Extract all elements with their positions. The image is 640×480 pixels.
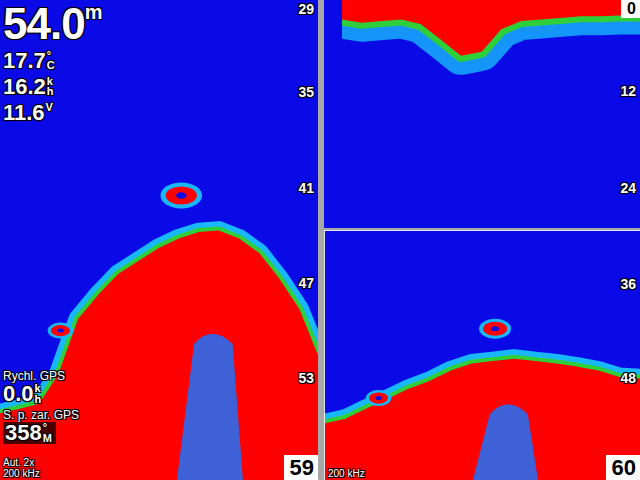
frequency-label: 200 kHz <box>3 468 40 479</box>
depth-scale-label: 12 <box>620 84 636 98</box>
sonar-top-right-image <box>324 0 640 228</box>
bottom-halo <box>325 360 640 480</box>
readings-block: 54.0m17.7°C16.2kh11.6V <box>3 2 102 124</box>
mode-block: 200 kHz <box>328 468 365 479</box>
gps-block: Rychl. GPS0.0kh S. p. zar. GPS358°M <box>3 370 79 444</box>
mode-block: Aut. 2x200 kHz <box>3 457 40 479</box>
gps-heading-unit: °M <box>43 422 53 443</box>
surface-clutter <box>324 0 640 228</box>
depth-scale-label: 47 <box>298 276 314 290</box>
fish-echo <box>366 390 392 406</box>
sensor-reading: 17.7°C <box>3 50 102 72</box>
zoom-mode: Aut. 2x <box>3 457 40 468</box>
gps-heading: 358°M <box>3 422 79 444</box>
sensor-reading: 11.6V <box>3 102 102 124</box>
bottom-fill <box>325 360 640 480</box>
depth-scale-label: 41 <box>298 181 314 195</box>
depth-range-end: 60 <box>606 455 640 480</box>
depth-scale-label: 35 <box>298 85 314 99</box>
depth-scale-label: 36 <box>620 277 636 291</box>
reading-value: 17.7 <box>3 50 46 72</box>
bottom-shadow <box>472 404 538 480</box>
sonar-top-right-panel: 0 12 24 <box>324 0 640 228</box>
reading-unit: V <box>46 102 56 112</box>
reading-unit: °C <box>47 50 57 71</box>
fish-echo <box>479 319 511 339</box>
bottom-halo-inner <box>0 232 318 480</box>
fish-echo <box>160 182 202 208</box>
frequency-label: 200 kHz <box>328 468 365 479</box>
depth-range-start: 0 <box>621 0 640 18</box>
gps-heading-box: 358°M <box>3 422 56 444</box>
gps-speed-label: Rychl. GPS <box>3 370 79 383</box>
sensor-reading: 16.2kh <box>3 76 102 98</box>
sonar-bottom-right-panel: 36 48 60 200 kHz <box>324 230 640 480</box>
sonar-screen: 29354147535954.0m17.7°C16.2kh11.6VRychl.… <box>0 0 640 480</box>
gps-heading-value: 358 <box>5 422 42 444</box>
gps-speed: 0.0kh <box>3 383 79 405</box>
depth-scale-label: 48 <box>620 371 636 385</box>
reading-value: 11.6 <box>3 102 45 124</box>
reading-unit: kh <box>47 76 57 97</box>
bottom-halo <box>0 232 318 480</box>
sonar-left-panel: 29354147535954.0m17.7°C16.2kh11.6VRychl.… <box>0 0 318 480</box>
reading-value: 16.2 <box>3 76 46 98</box>
bottom-echo <box>325 360 640 480</box>
depth-scale-label: 24 <box>620 181 636 195</box>
depth-scale-label: 29 <box>298 2 314 16</box>
sonar-left-image <box>0 0 318 480</box>
right-column: 0 12 24 36 48 60 200 kHz <box>324 0 640 480</box>
bottom-shadow <box>177 334 243 480</box>
depth-scale-label: 53 <box>298 371 314 385</box>
gps-speed-unit: kh <box>35 383 45 404</box>
depth-unit: m <box>85 2 103 22</box>
bottom-fill <box>0 232 318 480</box>
depth-value: 54.0 <box>3 2 85 46</box>
gps-speed-value: 0.0 <box>3 383 34 405</box>
sonar-bottom-right-image <box>325 231 640 480</box>
gps-heading-label: S. p. zar. GPS <box>3 409 79 422</box>
depth-range-end: 59 <box>284 455 318 480</box>
fish-echo <box>48 323 74 339</box>
bottom-halo-inner <box>325 360 640 480</box>
bottom-echo <box>0 232 318 480</box>
depth-reading: 54.0m <box>3 2 102 46</box>
